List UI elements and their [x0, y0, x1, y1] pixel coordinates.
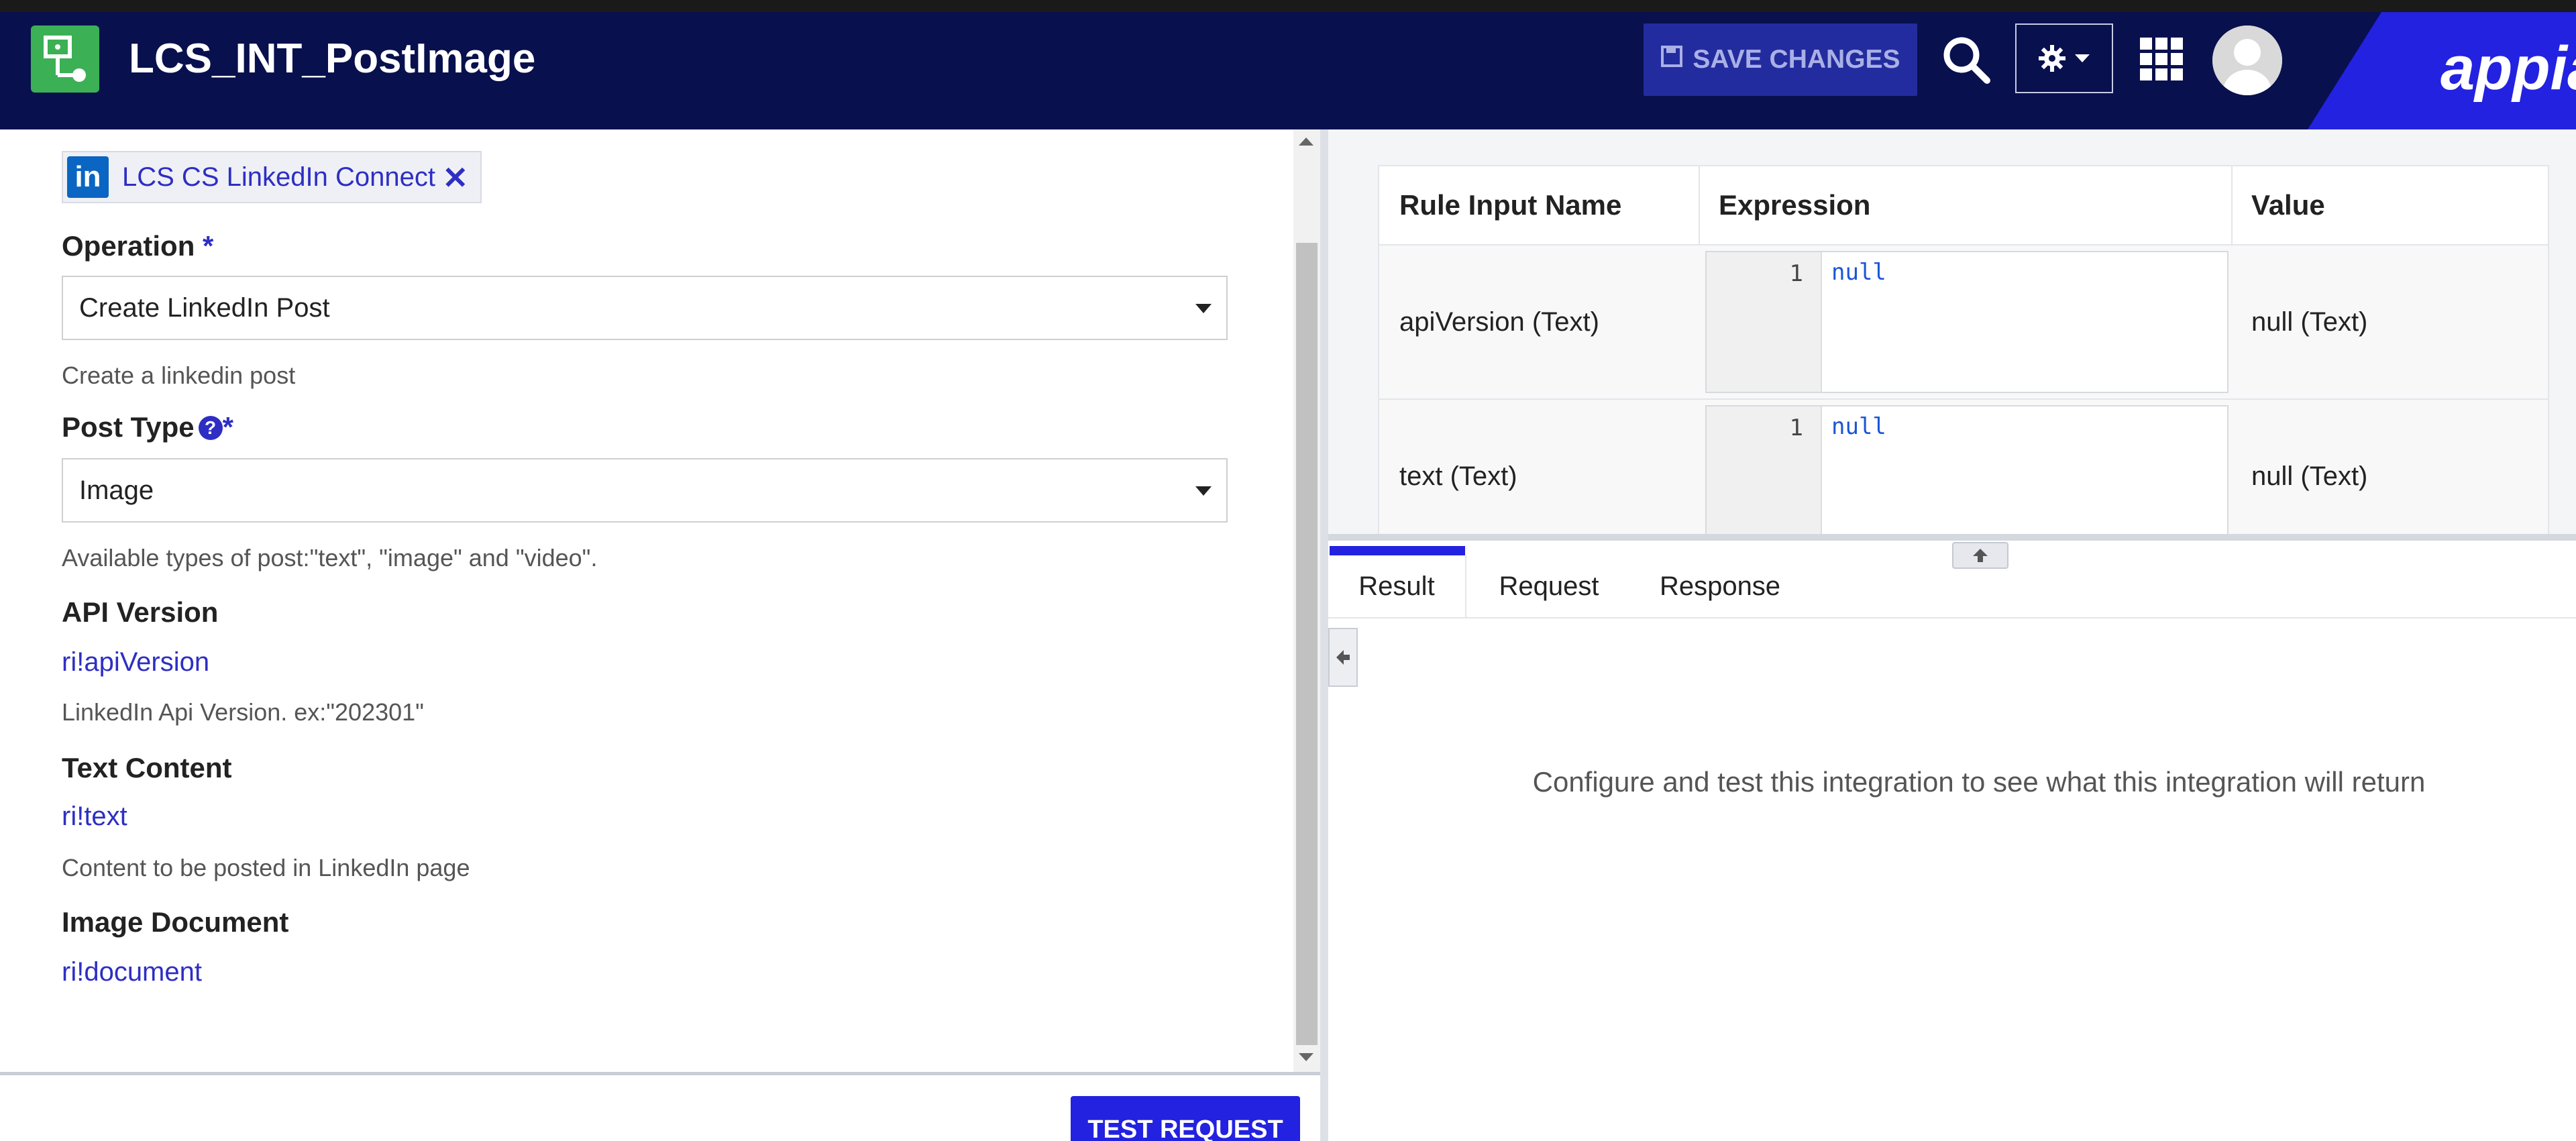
- rule-input-name: apiVersion (Text): [1399, 307, 1599, 337]
- expression-code[interactable]: null: [1831, 259, 1886, 286]
- rule-input-value: null (Text): [2251, 307, 2368, 337]
- gear-icon: [2039, 45, 2065, 72]
- help-icon[interactable]: ?: [198, 416, 223, 440]
- window-top-edge: [0, 0, 2576, 12]
- chevron-down-icon: [1195, 486, 1212, 496]
- line-number: 1: [1789, 415, 1803, 441]
- api-version-rule-link[interactable]: ri!apiVersion: [62, 647, 209, 677]
- rule-input-name: text (Text): [1399, 461, 1517, 491]
- line-number: 1: [1789, 260, 1803, 287]
- required-mark: *: [203, 230, 214, 262]
- active-tab-indicator: [1330, 546, 1465, 555]
- expression-editor[interactable]: 1 null: [1705, 405, 2229, 539]
- line-number-gutter: 1: [1707, 406, 1822, 538]
- tab-response[interactable]: Response: [1633, 555, 1807, 617]
- grid-icon: [2140, 38, 2183, 80]
- save-changes-button[interactable]: SAVE CHANGES: [1644, 23, 1917, 96]
- text-content-label: Text Content: [62, 752, 232, 783]
- search-button[interactable]: [1939, 32, 1995, 89]
- tab-result[interactable]: Result: [1328, 555, 1466, 617]
- chevron-down-icon: [2075, 54, 2090, 62]
- post-type-hint: Available types of post:"text", "image" …: [62, 544, 598, 572]
- rule-input-value: null (Text): [2251, 461, 2368, 491]
- operation-value: Create LinkedIn Post: [79, 292, 330, 323]
- footer-divider: [0, 1072, 1320, 1075]
- operation-hint: Create a linkedin post: [62, 362, 296, 389]
- image-document-rule-link[interactable]: ri!document: [62, 957, 202, 987]
- connected-system-chip[interactable]: in LCS CS LinkedIn Connect ✕: [62, 151, 482, 203]
- rule-inputs-table: Rule Input Name Expression Value apiVers…: [1378, 165, 2549, 539]
- chevron-down-icon: [1195, 304, 1212, 313]
- post-type-dropdown[interactable]: Image: [62, 458, 1228, 523]
- floppy-disk-icon: [1660, 45, 1683, 74]
- user-icon: [2212, 25, 2282, 95]
- page-title: LCS_INT_PostImage: [129, 36, 536, 82]
- text-content-hint: Content to be posted in LinkedIn page: [62, 854, 470, 881]
- panel-splitter[interactable]: [1320, 129, 1328, 1141]
- empty-state-message: Configure and test this integration to s…: [1532, 766, 2426, 798]
- api-version-hint: LinkedIn Api Version. ex:"202301": [62, 698, 424, 726]
- brand-logo: appia: [2440, 34, 2576, 103]
- linkedin-icon: in: [67, 156, 109, 198]
- post-type-label: Post Type? *: [62, 411, 233, 443]
- operation-dropdown[interactable]: Create LinkedIn Post: [62, 276, 1228, 340]
- arrow-left-icon: [1336, 650, 1350, 665]
- post-type-value: Image: [79, 475, 154, 505]
- remove-connection-icon[interactable]: ✕: [442, 162, 468, 194]
- expression-editor[interactable]: 1 null: [1705, 251, 2229, 393]
- column-header-expression: Expression: [1719, 189, 1871, 221]
- app-launcher-button[interactable]: [2139, 36, 2184, 82]
- integration-config-panel: in LCS CS LinkedIn Connect ✕ Operation *…: [0, 129, 1296, 1074]
- text-content-rule-link[interactable]: ri!text: [62, 802, 127, 832]
- scroll-up-arrow-icon[interactable]: [1299, 138, 1313, 146]
- required-mark: *: [222, 411, 233, 443]
- test-request-button[interactable]: TEST REQUEST: [1071, 1096, 1300, 1141]
- result-panel: [1328, 541, 2576, 1141]
- user-avatar[interactable]: [2212, 25, 2282, 95]
- column-header-rule-input-name: Rule Input Name: [1399, 189, 1622, 221]
- column-header-value: Value: [2251, 189, 2325, 221]
- horizontal-splitter[interactable]: [1328, 534, 2576, 541]
- save-changes-label: SAVE CHANGES: [1693, 45, 1900, 74]
- scrollbar-thumb[interactable]: [1296, 243, 1318, 1045]
- line-number-gutter: 1: [1707, 252, 1822, 392]
- operation-label: Operation *: [62, 230, 214, 262]
- table-row: apiVersion (Text) 1 null null (Text): [1379, 244, 2548, 400]
- connected-system-label[interactable]: LCS CS LinkedIn Connect: [122, 162, 435, 193]
- scroll-down-arrow-icon[interactable]: [1299, 1053, 1313, 1061]
- settings-menu-button[interactable]: [2015, 23, 2113, 93]
- tab-request[interactable]: Request: [1465, 555, 1633, 617]
- table-row: text (Text) 1 null null (Text): [1379, 398, 2548, 539]
- expression-code[interactable]: null: [1831, 413, 1886, 440]
- search-icon: [1943, 37, 1990, 84]
- result-tabs: Result Request Response: [1328, 555, 2576, 618]
- api-version-label: API Version: [62, 596, 219, 628]
- integration-icon: [31, 25, 99, 93]
- image-document-label: Image Document: [62, 906, 289, 938]
- collapse-left-button[interactable]: [1328, 628, 1358, 687]
